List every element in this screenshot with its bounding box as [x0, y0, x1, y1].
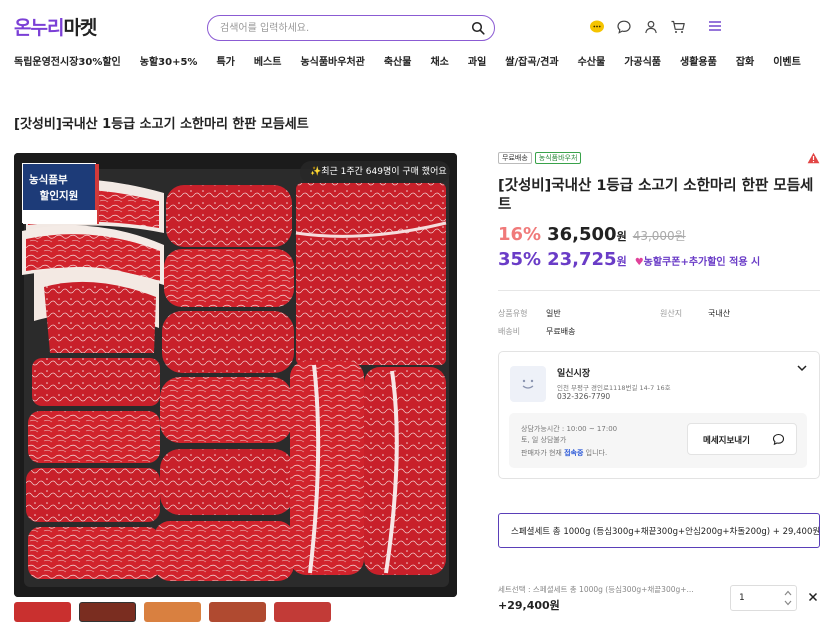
- nav-item[interactable]: 쌀/잡곡/견과: [505, 53, 558, 69]
- spec-type-value: 일반: [546, 309, 561, 318]
- thumbnail[interactable]: [14, 602, 71, 622]
- selected-option-price: +29,400원: [498, 599, 560, 612]
- chevron-down-icon[interactable]: [797, 364, 807, 372]
- logo-part-2: 마켓: [63, 17, 97, 39]
- chat-bubble-icon[interactable]: [589, 19, 605, 35]
- decrement-icon[interactable]: [784, 600, 792, 606]
- nav-item[interactable]: 이벤트: [773, 53, 801, 69]
- page-title: [갓성비]국내산 1등급 소고기 소한마리 한판 모듬세트: [14, 117, 309, 132]
- selected-option-text: 스페셜세트 총 1000g (등심300g+채끝300g+안심200g+차돌20…: [511, 527, 820, 537]
- free-shipping-tag: 무료배송: [498, 152, 532, 164]
- nav-item[interactable]: 생활용품: [680, 53, 717, 69]
- send-message-button[interactable]: 메세지보내기: [687, 423, 797, 455]
- seller-status: 판매자가 현재 접속중 입니다.: [521, 448, 607, 458]
- nav-item[interactable]: 베스트: [254, 53, 282, 69]
- option-select[interactable]: 스페셜세트 총 1000g (등심300g+채끝300g+안심200g+차돌20…: [498, 513, 820, 548]
- message-icon: [772, 433, 785, 446]
- status-suffix: 입니다.: [585, 449, 608, 457]
- nav-item[interactable]: 농할30+5%: [140, 53, 198, 69]
- thumbnail[interactable]: [209, 602, 266, 622]
- recent-purchase-chip: ✨최근 1주간 649명이 구매 했어요: [300, 161, 450, 183]
- thumbnail[interactable]: [79, 602, 136, 622]
- search-box: [207, 15, 495, 41]
- smile-icon: [522, 379, 534, 389]
- spec-ship-label: 배송비: [498, 327, 521, 336]
- price-row: 16% 36,500원 43,000원: [498, 224, 686, 248]
- thumbnail[interactable]: [144, 602, 201, 622]
- currency-unit: 원: [616, 230, 627, 243]
- badge-line-1: 농식품부: [29, 174, 68, 186]
- product-image[interactable]: 농식품부 할인지원 ✨최근 1주간 649명이 구매 했어요: [14, 153, 457, 597]
- nav-item[interactable]: 잡화: [736, 53, 754, 69]
- sale-price: 36,500: [547, 224, 617, 245]
- spec-origin-value: 국내산: [708, 309, 731, 318]
- nav-item[interactable]: 축산물: [384, 53, 412, 69]
- coupon-note: 농할쿠폰+추가할인 적용 시: [643, 257, 761, 268]
- coupon-discount-rate: 35%: [498, 249, 542, 270]
- product-title: [갓성비]국내산 1등급 소고기 소한마리 한판 모듬세트: [498, 178, 814, 213]
- consult-hours: 상담가능시간 : 10:00 ~ 17:00: [521, 425, 618, 433]
- coupon-price: 23,725: [547, 249, 617, 270]
- coupon-price-row: 35% 23,725원 ♥농할쿠폰+추가할인 적용 시: [498, 249, 760, 273]
- voucher-tag: 농식품바우처: [534, 152, 582, 164]
- increment-icon[interactable]: [784, 590, 792, 596]
- send-message-label: 메세지보내기: [703, 436, 750, 446]
- thumbnail-strip: [14, 602, 331, 622]
- divider: [498, 290, 820, 291]
- spec-type-label: 상품유형: [498, 309, 528, 318]
- seller-avatar: [510, 366, 546, 402]
- heart-icon: ♥: [634, 257, 644, 268]
- nav-item[interactable]: 과일: [468, 53, 486, 69]
- selected-option-summary: 세트선택 : 스페셜세트 총 1000g (등심300g+채끝300g+...: [498, 585, 694, 594]
- seller-name[interactable]: 일신시장: [557, 366, 590, 379]
- quantity-stepper[interactable]: 1: [730, 585, 797, 611]
- header-icons: [589, 19, 686, 35]
- seller-address: 인천 부평구 경인로1118번길 14-7 16호: [557, 384, 671, 392]
- currency-unit: 원: [616, 255, 627, 268]
- badge-ministry-seal: [23, 210, 97, 224]
- product-tags: 무료배송 농식품바우처: [498, 152, 582, 164]
- search-input[interactable]: [220, 20, 460, 36]
- remove-option-icon[interactable]: [808, 592, 818, 602]
- status-prefix: 판매자가 현재: [521, 449, 562, 457]
- nav-item[interactable]: 수산물: [578, 53, 606, 69]
- nav-item[interactable]: 특가: [216, 53, 234, 69]
- logo-part-1: 온누리: [14, 17, 64, 39]
- report-warning-icon[interactable]: [807, 152, 820, 164]
- header: 온누리마켓: [0, 0, 835, 54]
- seller-contact-box: 상담가능시간 : 10:00 ~ 17:00 토, 일 상담불가 판매자가 현재…: [509, 413, 807, 468]
- menu-icon[interactable]: [708, 20, 722, 32]
- cart-icon[interactable]: [670, 19, 686, 35]
- consult-closed: 토, 일 상담불가: [521, 436, 567, 444]
- spec-origin-label: 원산지: [660, 309, 683, 318]
- site-logo[interactable]: 온누리마켓: [14, 13, 97, 40]
- seller-card: 일신시장 인천 부평구 경인로1118번길 14-7 16호 032-326-7…: [498, 351, 820, 479]
- seller-phone: 032-326-7790: [557, 392, 611, 401]
- original-price: 43,000원: [632, 229, 686, 243]
- nav-item[interactable]: 농식품바우처관: [300, 53, 364, 69]
- nav-item[interactable]: 채소: [430, 53, 448, 69]
- user-icon[interactable]: [643, 19, 659, 35]
- nav-item[interactable]: 가공식품: [624, 53, 661, 69]
- status-value: 접속중: [564, 449, 584, 457]
- thumbnail[interactable]: [274, 602, 331, 622]
- badge-line-2: 할인지원: [39, 190, 79, 202]
- message-icon[interactable]: [616, 19, 632, 35]
- gov-discount-badge: 농식품부 할인지원: [22, 163, 99, 224]
- nav-item[interactable]: 독립운영전시장30%할인: [14, 53, 121, 69]
- quantity-value[interactable]: 1: [739, 593, 745, 603]
- category-nav: 독립운영전시장30%할인 농할30+5% 특가 베스트 농식품바우처관 축산물 …: [14, 53, 820, 69]
- discount-rate: 16%: [498, 224, 542, 245]
- spec-ship-value: 무료배송: [546, 327, 576, 336]
- search-icon[interactable]: [471, 21, 485, 35]
